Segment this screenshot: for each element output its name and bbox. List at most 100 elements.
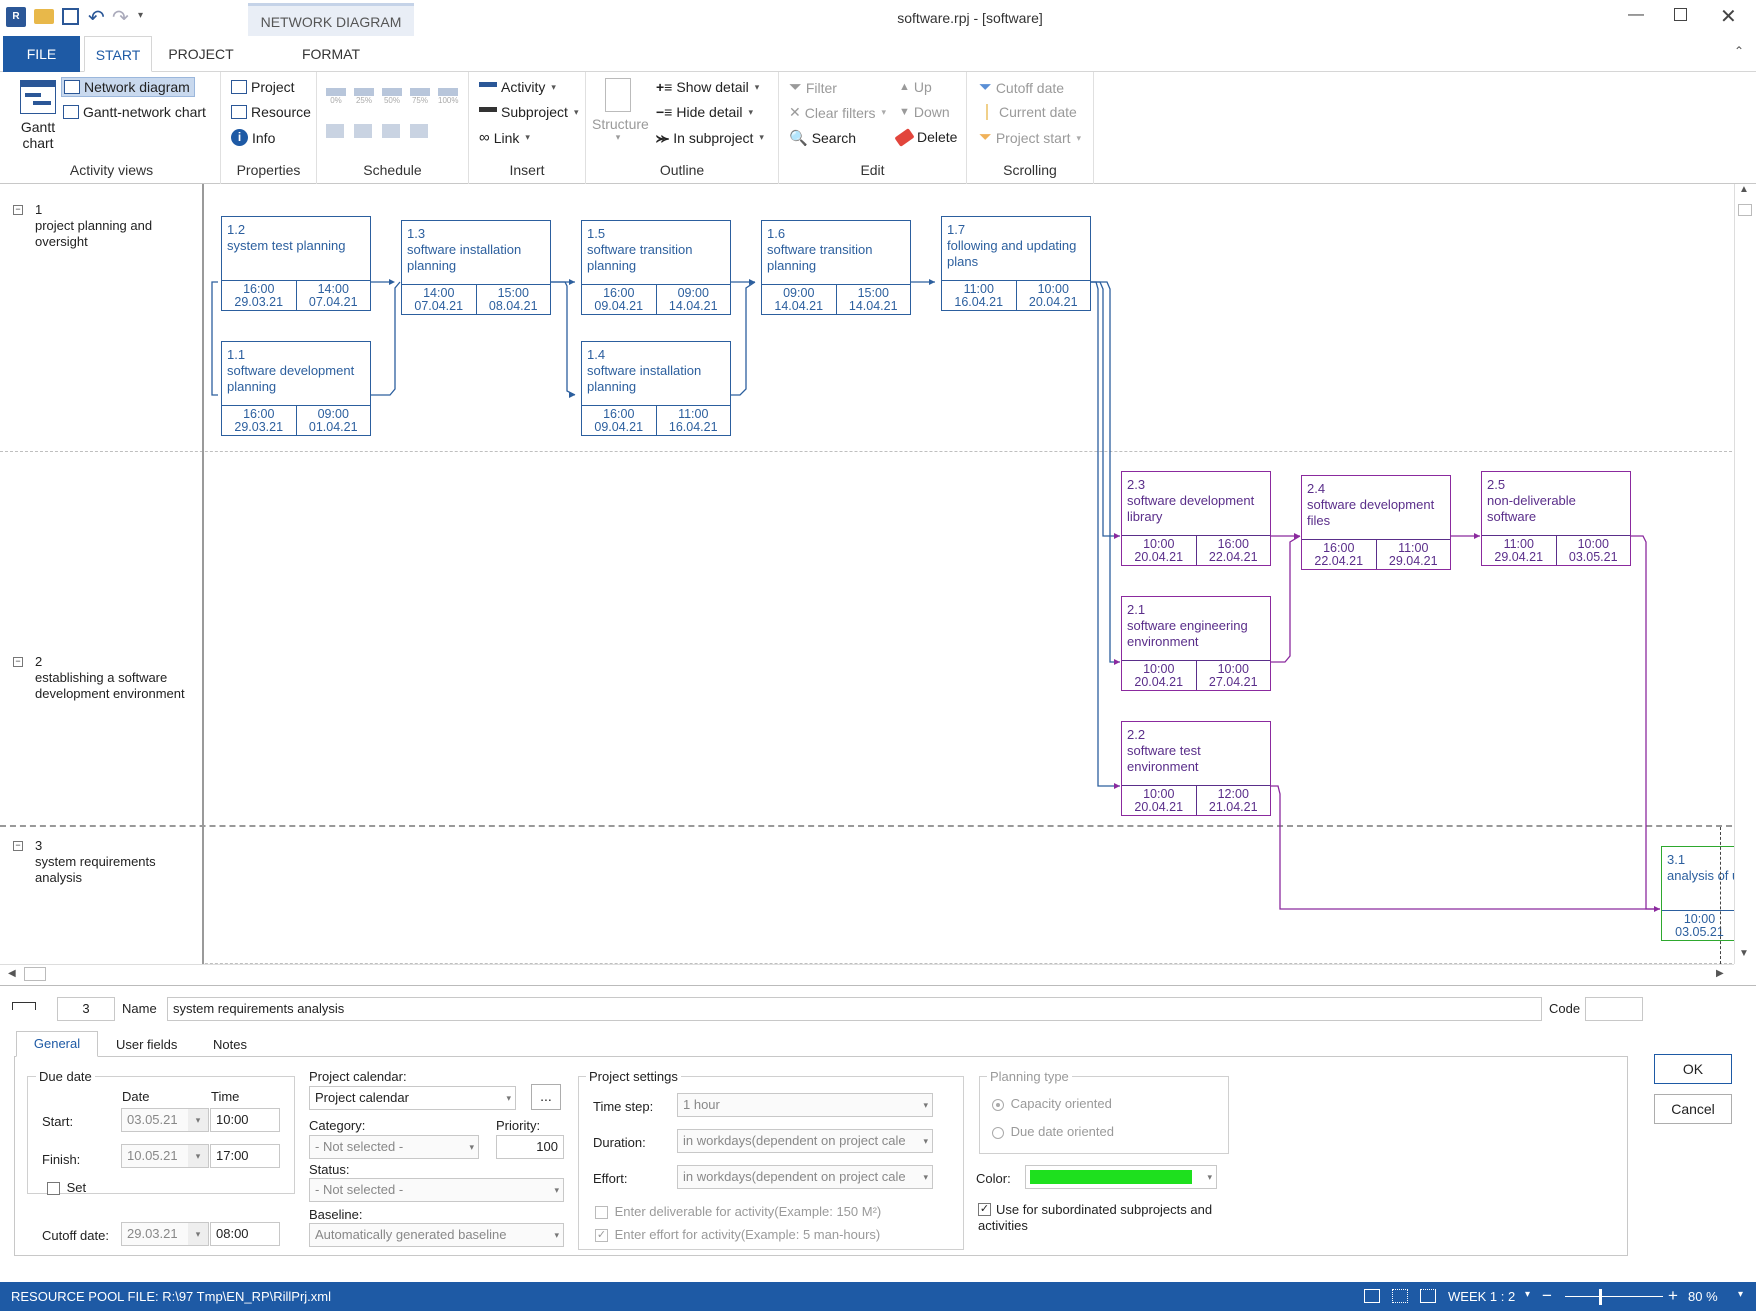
app-icon[interactable]: R: [6, 7, 26, 27]
pct-0-button[interactable]: 0%: [326, 88, 346, 105]
scroll-thumb[interactable]: [24, 967, 46, 981]
pct-100-button[interactable]: 100%: [438, 88, 458, 105]
gantt-chart-button[interactable]: Gantt chart: [13, 80, 63, 151]
finish-time-field[interactable]: 17:00: [210, 1144, 280, 1168]
tab-file[interactable]: FILE: [3, 36, 80, 72]
tab-start[interactable]: START: [84, 36, 152, 72]
clear-filters-button[interactable]: ✕ Clear filters ▾: [789, 104, 886, 121]
activity-node-2-4[interactable]: 2.4 software development files 16:00 22.0…: [1301, 475, 1451, 570]
use-subordinated-checkbox-box[interactable]: ✓: [978, 1203, 991, 1216]
schedule-more-icon[interactable]: [410, 124, 428, 138]
name-field[interactable]: system requirements analysis: [167, 997, 1542, 1021]
activity-node-1-3[interactable]: 1.3 software installation planning 14:00…: [401, 220, 551, 315]
close-button[interactable]: ✕: [1720, 4, 1737, 29]
in-subproject-button[interactable]: ⪼ In subproject ▾: [656, 129, 764, 146]
week-dropdown-icon[interactable]: ▾: [1525, 1289, 1530, 1300]
finish-date-field[interactable]: 10.05.21 ▾: [121, 1144, 209, 1168]
scroll-left-icon[interactable]: ◀: [8, 968, 16, 979]
tab-project[interactable]: PROJECT: [160, 36, 242, 72]
cancel-button[interactable]: Cancel: [1654, 1094, 1732, 1124]
save-icon[interactable]: [62, 8, 79, 25]
start-date-field[interactable]: 03.05.21 ▾: [121, 1108, 209, 1132]
effort-checkbox[interactable]: ✓ Enter effort for activity(Example: 5 m…: [595, 1227, 880, 1243]
pct-50-button[interactable]: 50%: [382, 88, 402, 105]
quick-access-dropdown-icon[interactable]: ▾: [138, 10, 143, 21]
status-select[interactable]: - Not selected - ▾: [309, 1178, 564, 1202]
down-button[interactable]: ▼ Down: [899, 104, 950, 120]
schedule-join-icon[interactable]: [382, 124, 400, 138]
resource-properties-button[interactable]: Resource: [231, 104, 311, 120]
network-diagram-canvas[interactable]: − 1 project planning and oversight − 2 e…: [0, 184, 1756, 986]
tab-user-fields[interactable]: User fields: [116, 1037, 177, 1052]
due-date-oriented-radio[interactable]: Due date oriented: [992, 1124, 1114, 1139]
zoom-out-icon[interactable]: −: [1542, 1286, 1552, 1306]
zoom-slider-thumb[interactable]: [1599, 1289, 1602, 1305]
pct-25-button[interactable]: 25%: [354, 88, 374, 105]
set-checkbox[interactable]: Set: [47, 1180, 86, 1196]
info-button[interactable]: i Info: [231, 129, 275, 146]
search-button[interactable]: 🔍 Search: [789, 129, 856, 147]
network-diagram-button[interactable]: Network diagram: [61, 77, 195, 97]
radio-icon[interactable]: [992, 1126, 1004, 1139]
use-subordinated-checkbox[interactable]: ✓ Use for subordinated subprojects and a…: [978, 1202, 1243, 1234]
cutoff-time-field[interactable]: 08:00: [210, 1222, 280, 1246]
ok-button[interactable]: OK: [1654, 1054, 1732, 1084]
priority-field[interactable]: 100: [496, 1135, 564, 1159]
color-picker[interactable]: ▾: [1025, 1165, 1217, 1189]
maximize-button[interactable]: [1674, 8, 1687, 21]
activity-number-field[interactable]: 3: [57, 997, 115, 1021]
activity-node-2-5[interactable]: 2.5 non-deliverable software 11:00 29.04.…: [1481, 471, 1631, 566]
current-date-button[interactable]: Current date: [979, 104, 1077, 120]
activity-node-2-1[interactable]: 2.1 software engineering environment 10:…: [1121, 596, 1271, 691]
effort-select[interactable]: in workdays(dependent on project cale ▾: [677, 1165, 933, 1189]
deliverable-checkbox-box[interactable]: [595, 1206, 608, 1220]
scroll-up-icon[interactable]: ▲: [1739, 184, 1749, 195]
duration-select[interactable]: in workdays(dependent on project cale ▾: [677, 1129, 933, 1153]
insert-link-button[interactable]: ∞ Link ▾: [479, 129, 530, 146]
tab-format[interactable]: FORMAT: [270, 36, 392, 72]
activity-node-1-7[interactable]: 1.7 following and updating plans 11:00 16…: [941, 216, 1091, 311]
horizontal-scrollbar[interactable]: ◀ ▶: [0, 964, 1734, 984]
project-start-button[interactable]: ⏷ Project start ▾: [979, 129, 1081, 147]
activity-node-1-6[interactable]: 1.6 software transition planning 09:00 14…: [761, 220, 911, 315]
activity-node-1-1[interactable]: 1.1 software development planning 16:00 2…: [221, 341, 371, 436]
set-checkbox-box[interactable]: [47, 1182, 60, 1196]
insert-activity-button[interactable]: Activity ▾: [479, 79, 556, 95]
activity-node-1-4[interactable]: 1.4 software installation planning 16:00…: [581, 341, 731, 436]
delete-button[interactable]: Delete: [894, 127, 957, 147]
zoom-in-icon[interactable]: +: [1668, 1286, 1678, 1306]
start-time-field[interactable]: 10:00: [210, 1108, 280, 1132]
activity-node-3-1[interactable]: 3.1 analysis of u 10:00 03.05.21: [1661, 846, 1734, 941]
calendar-ellipsis-button[interactable]: ...: [531, 1084, 561, 1110]
activity-node-1-5[interactable]: 1.5 software transition planning 16:00 09…: [581, 220, 731, 315]
chevron-down-icon[interactable]: ▾: [188, 1109, 208, 1131]
schedule-move-icon[interactable]: [326, 124, 344, 138]
chevron-down-icon[interactable]: ▾: [188, 1223, 208, 1245]
up-button[interactable]: ▲ Up: [899, 79, 932, 95]
vertical-scrollbar[interactable]: ▲ ▼: [1734, 184, 1754, 964]
undo-icon[interactable]: ↶: [88, 5, 105, 30]
baseline-select[interactable]: Automatically generated baseline ▾: [309, 1223, 564, 1247]
filter-button[interactable]: ⏷ Filter: [789, 79, 837, 97]
activity-node-2-2[interactable]: 2.2 software test environment 10:00 20.04…: [1121, 721, 1271, 816]
pct-75-button[interactable]: 75%: [410, 88, 430, 105]
scroll-right-icon[interactable]: ▶: [1716, 968, 1724, 979]
view-grid-icon[interactable]: [1392, 1289, 1408, 1303]
cutoff-date-button[interactable]: ⏷ Cutoff date: [979, 79, 1064, 97]
cutoff-date-field[interactable]: 29.03.21 ▾: [121, 1222, 209, 1246]
zoom-slider[interactable]: [1565, 1289, 1663, 1305]
project-calendar-select[interactable]: Project calendar ▾: [309, 1086, 516, 1110]
hide-detail-button[interactable]: −≡ Hide detail ▾: [656, 104, 753, 120]
scroll-down-icon[interactable]: ▼: [1739, 948, 1749, 959]
redo-icon[interactable]: ↷: [112, 5, 129, 30]
view-normal-icon[interactable]: [1364, 1289, 1380, 1303]
capacity-oriented-radio[interactable]: Capacity oriented: [992, 1096, 1112, 1111]
view-print-icon[interactable]: [1420, 1289, 1436, 1303]
open-folder-icon[interactable]: [34, 9, 54, 24]
radio-selected-icon[interactable]: [992, 1098, 1004, 1111]
chevron-down-icon[interactable]: ▾: [188, 1145, 208, 1167]
zoom-dropdown-icon[interactable]: ▾: [1738, 1289, 1743, 1300]
effort-checkbox-box[interactable]: ✓: [595, 1229, 608, 1243]
deliverable-checkbox[interactable]: Enter deliverable for activity(Example: …: [595, 1204, 881, 1220]
activity-node-2-3[interactable]: 2.3 software development library 10:00 20…: [1121, 471, 1271, 566]
